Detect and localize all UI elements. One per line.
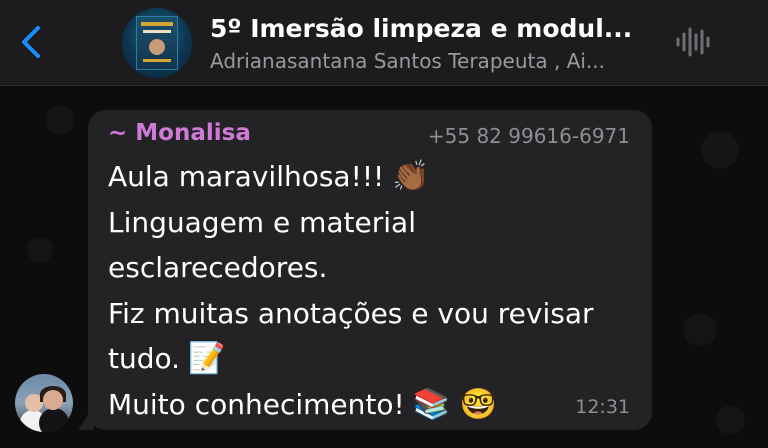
message-line: Fiz muitas anotações e vou revisar (108, 296, 594, 330)
clapping-hands-emoji: 👏🏾 (392, 159, 430, 194)
sender-avatar[interactable] (15, 374, 73, 432)
memo-emoji: 📝 (188, 341, 226, 376)
message-line: Muito conhecimento! 📚 🤓 (108, 386, 497, 422)
message-line: esclarecedores. (108, 251, 328, 284)
message-line: Linguagem e material (108, 205, 416, 239)
back-button[interactable] (16, 24, 46, 60)
audio-call-button[interactable] (672, 24, 716, 60)
books-nerd-emoji: 📚 🤓 (412, 386, 497, 422)
message-line: tudo. 📝 (108, 341, 226, 376)
chat-header: 5º Imersão limpeza e modul... Adrianasan… (0, 0, 768, 86)
waveform-icon (676, 27, 710, 57)
group-avatar-poster (136, 16, 178, 70)
message-line: Aula maravilhosa!!! 👏🏾 (108, 159, 430, 194)
message-bubble[interactable]: ~ Monalisa +55 82 99616-6971 Aula maravi… (88, 110, 652, 430)
message-time: 12:31 (575, 396, 630, 418)
chat-participants[interactable]: Adrianasantana Santos Terapeuta , Ai... (210, 49, 650, 73)
chevron-left-icon (22, 26, 40, 58)
chat-title[interactable]: 5º Imersão limpeza e modul... (210, 14, 650, 43)
chat-screen: 5º Imersão limpeza e modul... Adrianasan… (0, 0, 768, 448)
sender-phone: +55 82 99616-6971 (427, 124, 630, 148)
sender-name[interactable]: ~ Monalisa (108, 120, 251, 146)
message-text: Aula maravilhosa!!! 👏🏾 Linguagem e materi… (108, 154, 638, 427)
group-avatar[interactable] (122, 8, 192, 78)
